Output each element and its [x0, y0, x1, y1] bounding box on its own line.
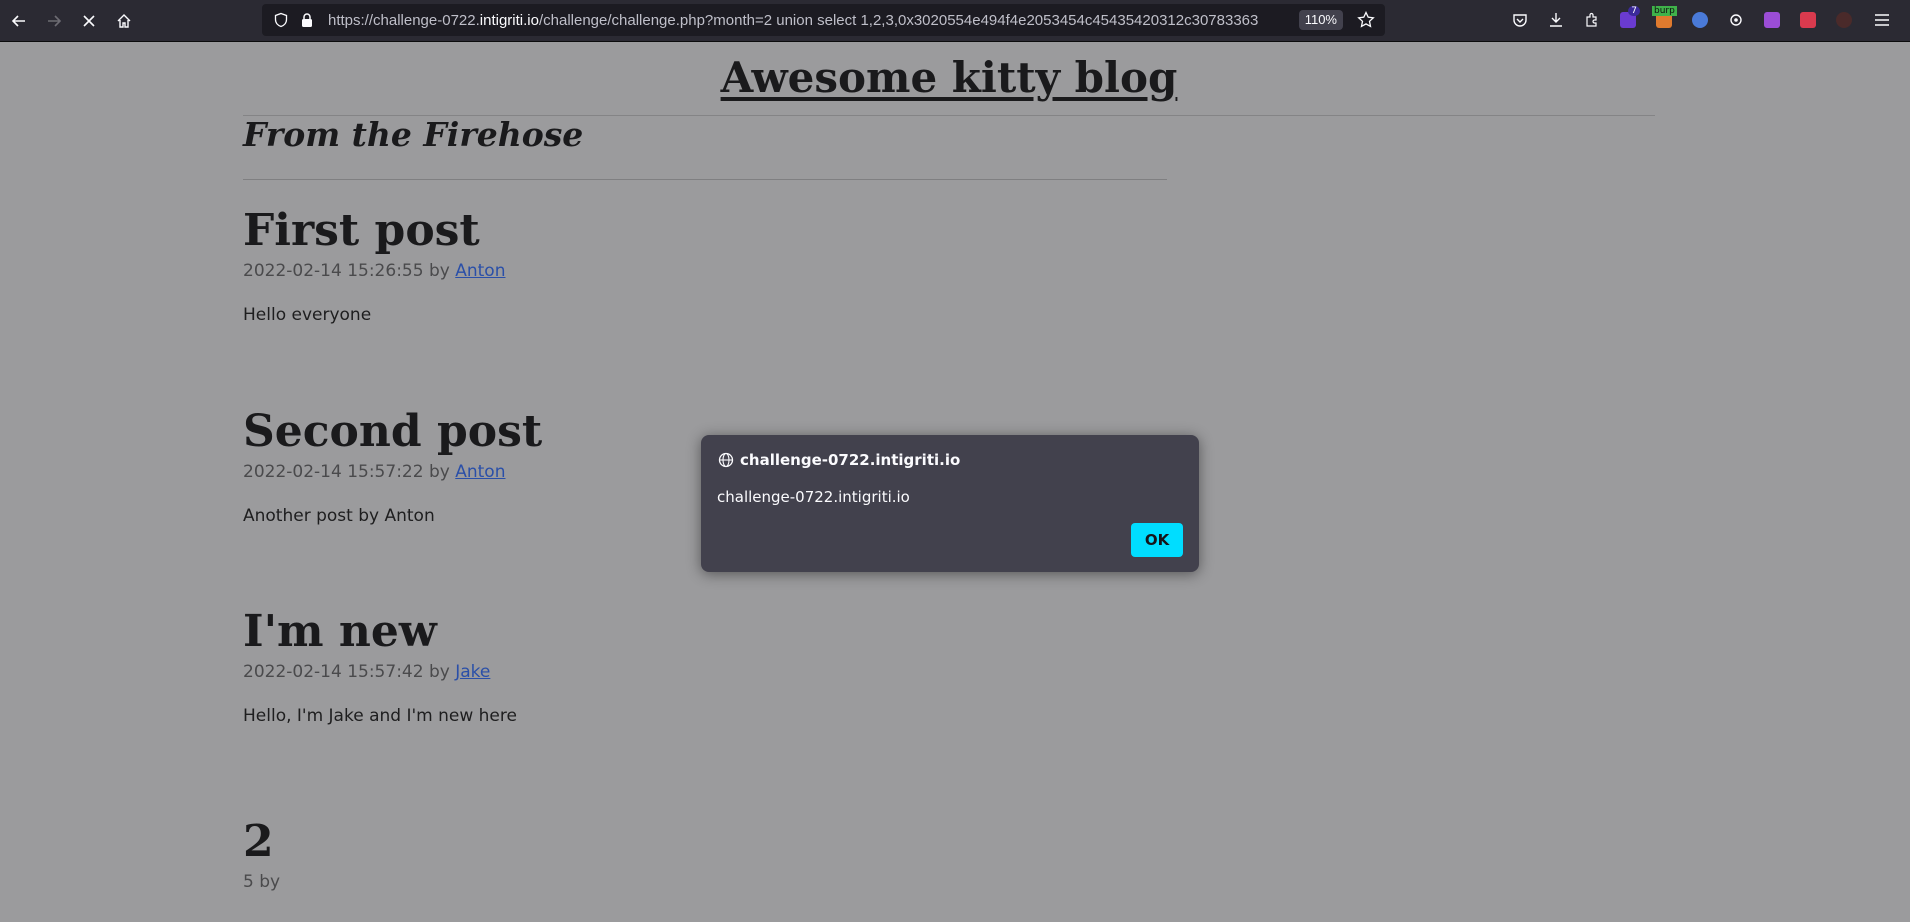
post-meta: 2022-02-14 15:26:55 by Anton	[243, 261, 505, 281]
post-item: 2 5 by	[243, 814, 280, 892]
post-title: I'm new	[243, 606, 437, 657]
hamburger-icon	[1875, 14, 1889, 26]
extensions-bar: 7 burp	[1502, 4, 1862, 36]
post-meta: 5 by	[243, 872, 280, 892]
bookmark-star-icon[interactable]	[1355, 9, 1377, 31]
settings-extension-button[interactable]	[1718, 4, 1754, 36]
post-item: Second post 2022-02-14 15:57:22 by Anton…	[243, 404, 542, 526]
app-menu-button[interactable]	[1866, 4, 1898, 36]
url-host: intigriti.io	[479, 11, 539, 29]
post-date: 2022-02-14 15:57:22	[243, 462, 424, 482]
post-meta: 2022-02-14 15:57:22 by Anton	[243, 462, 542, 482]
shield-icon[interactable]	[270, 9, 292, 31]
arrow-right-icon	[48, 14, 62, 27]
post-date: 5	[243, 872, 254, 892]
post-by: by	[428, 462, 450, 482]
box-icon	[1764, 12, 1780, 28]
cookie-icon	[1692, 12, 1708, 28]
post-date: 2022-02-14 15:26:55	[243, 261, 424, 281]
alert-dialog: challenge-0722.intigriti.io challenge-07…	[701, 435, 1199, 572]
dark-extension-button[interactable]	[1826, 4, 1862, 36]
section-heading: From the Firehose	[243, 115, 584, 154]
post-item: First post 2022-02-14 15:26:55 by Anton …	[243, 203, 505, 325]
purple-extension-button[interactable]	[1754, 4, 1790, 36]
post-by: by	[259, 872, 281, 892]
address-bar[interactable]: https://challenge-0722.intigriti.io/chal…	[262, 4, 1385, 36]
home-icon	[117, 13, 131, 28]
cookie-extension-button[interactable]	[1682, 4, 1718, 36]
url-text[interactable]: https://challenge-0722.intigriti.io/chal…	[328, 12, 1268, 29]
post-body: Hello, I'm Jake and I'm new here	[243, 706, 517, 726]
browser-toolbar: https://challenge-0722.intigriti.io/chal…	[0, 0, 1910, 42]
dialog-message: challenge-0722.intigriti.io	[717, 488, 910, 506]
post-by: by	[428, 662, 450, 682]
ok-button[interactable]: OK	[1131, 523, 1183, 557]
post-title: 2	[243, 816, 274, 867]
pocket-button[interactable]	[1502, 4, 1538, 36]
dialog-header: challenge-0722.intigriti.io	[717, 451, 960, 469]
post-date: 2022-02-14 15:57:42	[243, 662, 424, 682]
url-path: /challenge/challenge.php?month=2 union s…	[538, 11, 1259, 29]
zoom-indicator[interactable]: 110%	[1298, 10, 1343, 30]
red-extension-button[interactable]	[1790, 4, 1826, 36]
author-link[interactable]: Anton	[455, 462, 505, 482]
extensions-button[interactable]	[1574, 4, 1610, 36]
extension-badge-button[interactable]: 7	[1610, 4, 1646, 36]
section-divider	[243, 179, 1167, 180]
home-button[interactable]	[108, 5, 140, 37]
stop-button[interactable]	[73, 5, 105, 37]
bracket-icon	[1800, 12, 1816, 28]
post-title: Second post	[243, 406, 543, 457]
download-icon	[1550, 13, 1562, 27]
post-title: First post	[243, 205, 480, 256]
site-title[interactable]: Awesome kitty blog	[0, 53, 1898, 102]
downloads-button[interactable]	[1538, 4, 1574, 36]
extension-badge-count: 7	[1628, 6, 1640, 16]
post-body: Another post by Anton	[243, 506, 435, 526]
close-icon	[83, 14, 95, 27]
back-button[interactable]	[3, 5, 35, 37]
gear-icon	[1730, 14, 1742, 26]
post-item: I'm new 2022-02-14 15:57:42 by Jake Hell…	[243, 604, 517, 726]
globe-icon	[717, 451, 735, 469]
post-meta: 2022-02-14 15:57:42 by Jake	[243, 662, 517, 682]
author-link[interactable]: Jake	[455, 662, 490, 682]
lock-icon[interactable]	[296, 9, 318, 31]
circle-icon	[1836, 12, 1852, 28]
puzzle-icon	[1586, 12, 1597, 27]
pocket-icon	[1513, 14, 1527, 27]
url-prefix: https://challenge-0722.	[328, 11, 480, 29]
arrow-left-icon	[11, 14, 25, 27]
burp-extension-button[interactable]: burp	[1646, 4, 1682, 36]
forward-button[interactable]	[38, 5, 70, 37]
post-body: Hello everyone	[243, 305, 372, 325]
dialog-origin: challenge-0722.intigriti.io	[740, 451, 961, 469]
post-by: by	[428, 261, 450, 281]
author-link[interactable]: Anton	[455, 261, 505, 281]
burp-label: burp	[1652, 6, 1677, 16]
